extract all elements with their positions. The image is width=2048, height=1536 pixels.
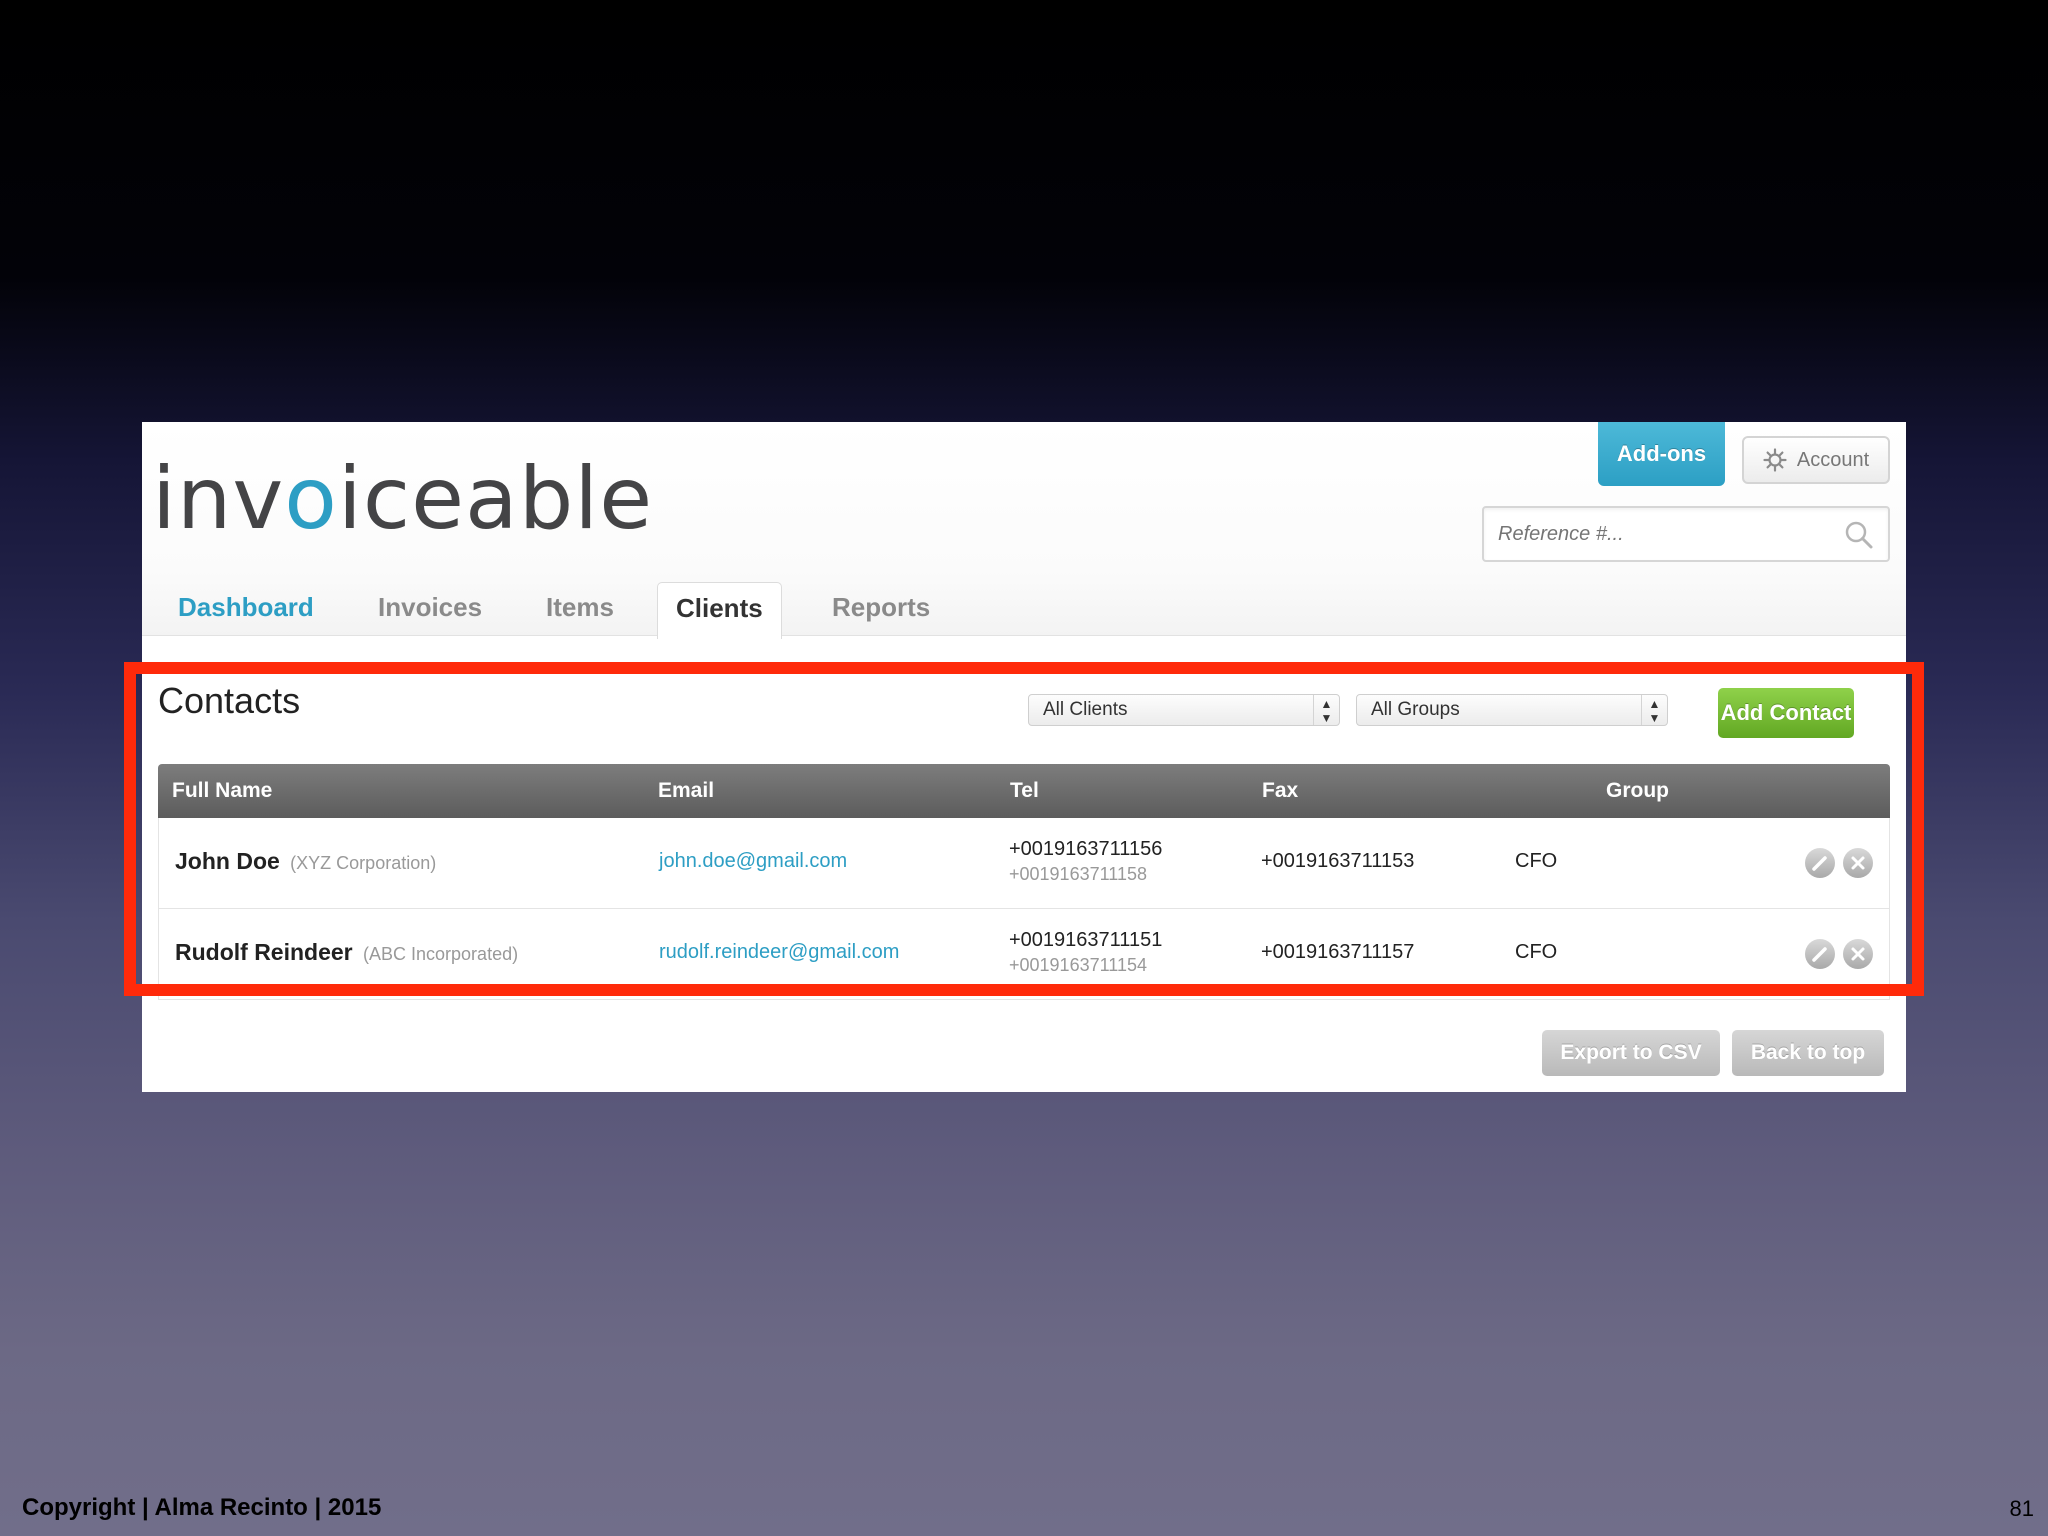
column-header-email[interactable]: Email	[658, 764, 714, 818]
contact-name-text: John Doe	[175, 848, 280, 874]
delete-contact-button[interactable]	[1843, 848, 1873, 878]
delete-contact-button[interactable]	[1843, 939, 1873, 969]
contact-tel-secondary: +0019163711158	[1009, 864, 1147, 884]
close-icon	[1851, 856, 1865, 870]
reference-search-input[interactable]	[1484, 508, 1842, 560]
search-icon[interactable]	[1844, 520, 1874, 550]
group-filter-value: All Groups	[1371, 699, 1460, 720]
contact-group: CFO	[1515, 850, 1558, 872]
slide-page-number: 81	[2009, 1496, 2034, 1521]
export-csv-button[interactable]: Export to CSV	[1542, 1030, 1720, 1076]
close-icon	[1851, 947, 1865, 961]
tab-invoices[interactable]: Invoices	[378, 582, 482, 636]
back-to-top-button[interactable]: Back to top	[1732, 1030, 1884, 1076]
main-nav: Dashboard Invoices Items Clients Reports	[142, 582, 1142, 639]
edit-contact-button[interactable]	[1805, 848, 1835, 878]
contact-fax: +0019163711157	[1261, 941, 1415, 963]
app-header: invoiceable Add-ons Account Das	[142, 422, 1906, 639]
contact-fax: +0019163711153	[1261, 850, 1415, 872]
client-filter-select[interactable]: All Clients ▲ ▼	[1028, 694, 1340, 726]
page-title: Contacts	[158, 680, 301, 721]
tab-items[interactable]: Items	[546, 582, 614, 636]
contact-tel-secondary: +0019163711154	[1009, 955, 1147, 975]
app-screenshot: invoiceable Add-ons Account Das	[142, 422, 1906, 1092]
client-filter-value: All Clients	[1043, 699, 1128, 720]
edit-contact-button[interactable]	[1805, 939, 1835, 969]
slide-copyright: Copyright | Alma Recinto | 2015	[22, 1494, 382, 1521]
contact-name[interactable]: Rudolf Reindeer (ABC Incorporated)	[175, 939, 518, 966]
gear-icon	[1763, 448, 1787, 472]
select-arrows-icon: ▲ ▼	[1313, 695, 1339, 725]
table-row: John Doe (XYZ Corporation) john.doe@gmai…	[158, 818, 1890, 909]
reference-search	[1482, 506, 1890, 562]
contact-email-link[interactable]: rudolf.reindeer@gmail.com	[659, 941, 899, 964]
contact-name-text: Rudolf Reindeer	[175, 939, 353, 965]
contact-tel: +0019163711156	[1009, 838, 1163, 860]
logo-text-o: o	[284, 449, 338, 549]
invoiceable-logo[interactable]: invoiceable	[152, 444, 653, 554]
column-header-group[interactable]: Group	[1606, 764, 1669, 818]
account-label: Account	[1796, 448, 1870, 471]
column-header-full-name[interactable]: Full Name	[172, 764, 272, 818]
contacts-table: Full Name Email Tel Fax Group John Doe (…	[158, 764, 1890, 1000]
table-row: Rudolf Reindeer (ABC Incorporated) rudol…	[158, 909, 1890, 1000]
contact-email-link[interactable]: john.doe@gmail.com	[659, 850, 847, 873]
contact-company: (XYZ Corporation)	[290, 853, 437, 873]
contact-tel: +0019163711151	[1009, 929, 1163, 951]
table-header: Full Name Email Tel Fax Group	[158, 764, 1890, 818]
contact-name[interactable]: John Doe (XYZ Corporation)	[175, 848, 436, 875]
logo-text-prefix: inv	[152, 449, 285, 549]
tab-reports[interactable]: Reports	[832, 582, 930, 636]
add-contact-button[interactable]: Add Contact	[1718, 688, 1854, 738]
contact-company: (ABC Incorporated)	[363, 944, 519, 964]
addons-button[interactable]: Add-ons	[1598, 422, 1725, 486]
logo-text-suffix: iceable	[337, 449, 654, 549]
account-button[interactable]: Account	[1742, 436, 1890, 484]
tab-dashboard[interactable]: Dashboard	[178, 582, 314, 636]
select-arrows-icon: ▲ ▼	[1641, 695, 1667, 725]
pencil-icon	[1812, 947, 1827, 962]
column-header-tel[interactable]: Tel	[1010, 764, 1039, 818]
contact-group: CFO	[1515, 941, 1558, 963]
tab-clients[interactable]: Clients	[657, 582, 782, 639]
pencil-icon	[1812, 856, 1827, 871]
column-header-fax[interactable]: Fax	[1262, 764, 1298, 818]
group-filter-select[interactable]: All Groups ▲ ▼	[1356, 694, 1668, 726]
